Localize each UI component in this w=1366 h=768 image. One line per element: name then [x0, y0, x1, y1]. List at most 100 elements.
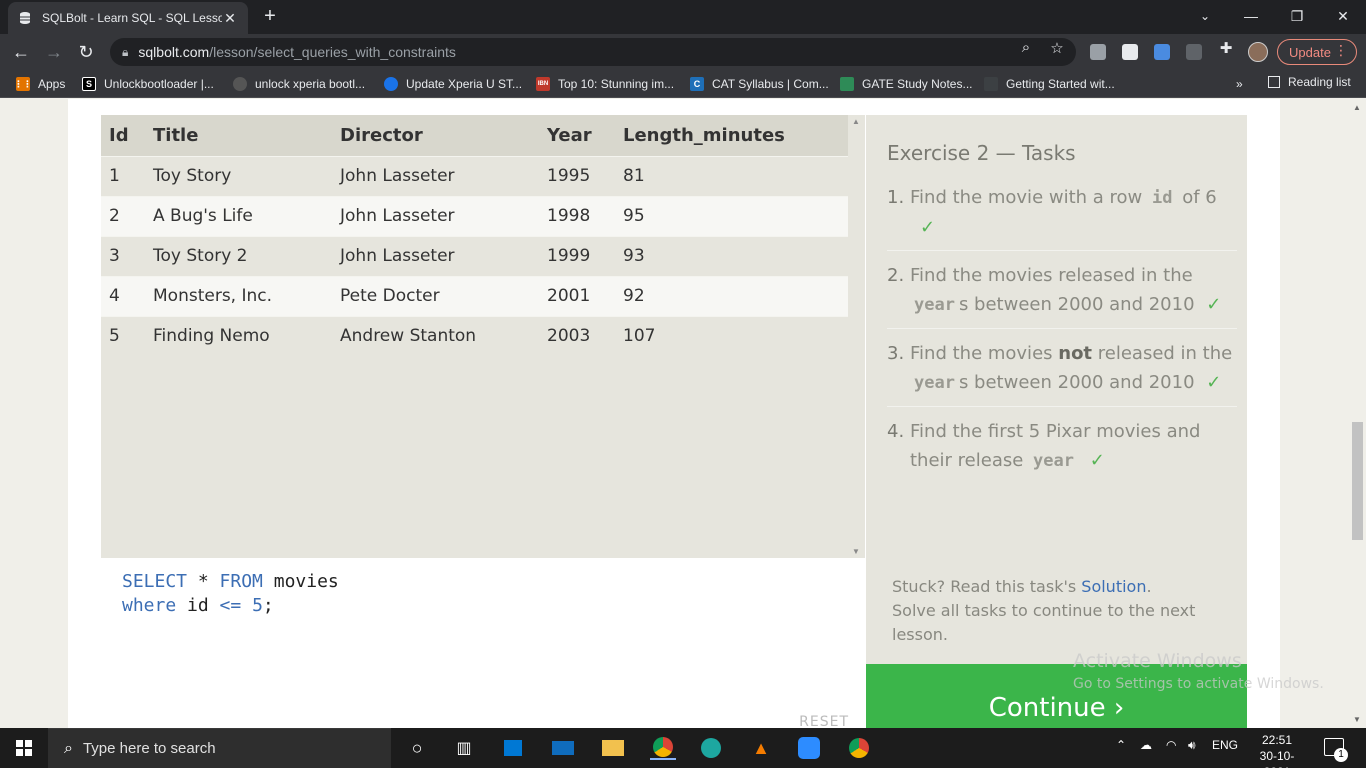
tasks-pane: Exercise 2 — Tasks 1. Find the movie wit…	[866, 115, 1247, 728]
update-button[interactable]: Update ⋮	[1277, 39, 1357, 65]
zoom-icon[interactable]: ⌕	[1016, 39, 1036, 56]
scroll-up-arrow-icon[interactable]: ▲	[852, 117, 860, 126]
bookmarks-overflow-icon[interactable]: »	[1236, 75, 1243, 93]
table-cell: 2001	[539, 275, 615, 316]
table-cell: John Lasseter	[332, 155, 539, 196]
mail-icon[interactable]	[550, 736, 576, 760]
back-arrow-icon[interactable]: ←	[8, 39, 34, 65]
system-clock[interactable]: 22:51 30-10-2021	[1247, 732, 1307, 768]
page-content: Id Title Director Year Length_minutes 1 …	[0, 99, 1366, 728]
new-tab-button[interactable]: +	[258, 5, 282, 29]
task-number: 2.	[887, 265, 905, 286]
results-scrollbar[interactable]: ▲ ▼	[848, 115, 865, 558]
bookmark-cat-syllabus[interactable]: C CAT Syllabus | Com...	[690, 75, 829, 93]
scroll-down-arrow-icon[interactable]: ▼	[1353, 715, 1361, 724]
camera-extension-icon[interactable]	[1154, 44, 1170, 60]
column-header: Title	[145, 115, 332, 156]
continue-button[interactable]: Continue ›	[866, 664, 1247, 728]
close-window-button[interactable]: ✕	[1320, 0, 1366, 34]
solution-link[interactable]: Solution	[1081, 577, 1146, 596]
start-button[interactable]	[0, 728, 48, 768]
forward-arrow-icon[interactable]: →	[41, 39, 67, 65]
tab-search-chevron-icon[interactable]: ⌄	[1182, 0, 1228, 34]
minimize-button[interactable]: —	[1228, 0, 1274, 34]
task-code: year	[914, 373, 955, 393]
clock-date: 30-10-2021	[1259, 749, 1295, 768]
table-cell: Pete Docter	[332, 275, 539, 316]
bookmark-star-icon[interactable]: ☆	[1047, 39, 1067, 57]
task-bold-text: not	[1058, 343, 1093, 364]
sql-keyword: SELECT	[122, 571, 188, 592]
apps-grid-icon: ⋮⋮	[14, 77, 32, 91]
more-menu-icon[interactable]: ⋮	[1334, 42, 1348, 59]
address-bar[interactable]: 🔒︎ sqlbolt.com/lesson/select_queries_wit…	[110, 38, 1076, 66]
task-text: released in the	[1092, 343, 1233, 364]
volume-icon[interactable]: 🔊︎	[1188, 738, 1196, 753]
cortana-icon[interactable]: ○	[404, 736, 430, 760]
sql-operator: <=	[219, 595, 242, 616]
table-cell: 1	[101, 155, 145, 196]
bookmark-unlock-xperia[interactable]: unlock xperia bootl...	[233, 75, 365, 93]
bookmark-top-10[interactable]: IBN Top 10: Stunning im...	[536, 75, 674, 93]
url-path: /lesson/select_queries_with_constraints	[209, 44, 456, 60]
task-text: Find the movie with a row	[910, 187, 1148, 208]
checkmark-icon: ✓	[1089, 450, 1105, 471]
exercise-pane: Id Title Director Year Length_minutes 1 …	[101, 115, 865, 728]
table-row: 5 Finding Nemo Andrew Stanton 2003 107	[101, 315, 848, 356]
table-cell: Andrew Stanton	[332, 315, 539, 356]
column-header: Year	[539, 115, 615, 156]
table-cell: 5	[101, 315, 145, 356]
clock-time: 22:51	[1261, 733, 1293, 747]
reading-list-button[interactable]: Reading list	[1268, 75, 1351, 89]
search-placeholder: Type here to search	[82, 740, 216, 757]
bookmark-apps[interactable]: ⋮⋮ Apps	[14, 75, 65, 93]
table-cell: 1999	[539, 235, 615, 276]
extension-puzzle-app-icon[interactable]	[1090, 44, 1106, 60]
bookmark-unlockbootloader[interactable]: S Unlockbootloader |...	[82, 75, 214, 93]
table-cell: Monsters, Inc.	[145, 275, 332, 316]
notification-count-badge: 1	[1334, 748, 1348, 762]
microsoft-store-icon[interactable]	[500, 736, 526, 760]
scroll-up-arrow-icon[interactable]: ▲	[1353, 103, 1361, 112]
onedrive-icon[interactable]: ☁	[1140, 738, 1152, 752]
zoom-app-icon[interactable]	[796, 736, 822, 760]
vlc-icon[interactable]: ▲	[748, 736, 774, 760]
restore-button[interactable]: ❐	[1274, 0, 1320, 34]
browser-tab-active[interactable]: SQLBolt - Learn SQL - SQL Lesso ✕	[8, 2, 248, 34]
bookmark-update-xperia[interactable]: Update Xperia U ST...	[384, 75, 522, 93]
task-number: 1.	[887, 187, 905, 208]
table-cell: 1998	[539, 195, 615, 236]
sql-column-name: id	[176, 595, 220, 616]
bookmark-getting-started[interactable]: Getting Started wit...	[984, 75, 1115, 93]
chrome-profile-icon[interactable]	[846, 736, 872, 760]
sql-operator: *	[187, 571, 220, 592]
page-scrollbar[interactable]: ▲ ▼	[1349, 99, 1366, 728]
edge-icon[interactable]	[698, 736, 724, 760]
close-tab-icon[interactable]: ✕	[222, 10, 238, 26]
extensions-puzzle-icon[interactable]: ✚	[1216, 39, 1236, 57]
table-cell: Toy Story 2	[145, 235, 332, 276]
chrome-icon[interactable]	[650, 736, 676, 760]
bookmark-gate-notes[interactable]: GATE Study Notes...	[840, 75, 972, 93]
task-view-icon[interactable]: ▥	[451, 736, 477, 760]
file-explorer-icon[interactable]	[600, 736, 626, 760]
tasks-heading: Exercise 2 — Tasks	[887, 141, 1076, 165]
bookmark-label: Getting Started wit...	[1006, 77, 1115, 91]
windows-taskbar: ⌕ Type here to search ○ ▥ ▲ ⌃ ☁ ◠ 🔊︎ ENG…	[0, 728, 1366, 768]
query-results: Id Title Director Year Length_minutes 1 …	[101, 115, 865, 558]
table-cell: 4	[101, 275, 145, 316]
taskbar-search-box[interactable]: ⌕ Type here to search	[48, 728, 391, 768]
profile-avatar[interactable]	[1248, 42, 1268, 62]
scrollbar-thumb[interactable]	[1352, 422, 1363, 540]
chart-extension-icon[interactable]	[1186, 44, 1202, 60]
url-host: sqlbolt.com	[138, 44, 210, 60]
scroll-down-arrow-icon[interactable]: ▼	[852, 547, 860, 556]
tray-expand-icon[interactable]: ⌃	[1116, 738, 1126, 752]
sql-editor[interactable]: SELECT * FROM movies where id <= 5; RESE…	[101, 558, 865, 728]
language-indicator[interactable]: ENG	[1212, 738, 1238, 752]
reset-button[interactable]: RESET	[799, 710, 849, 728]
reload-icon[interactable]: ↻	[73, 39, 99, 65]
document-extension-icon[interactable]	[1122, 44, 1138, 60]
table-cell: 95	[615, 195, 848, 236]
wifi-icon[interactable]: ◠	[1166, 738, 1176, 752]
